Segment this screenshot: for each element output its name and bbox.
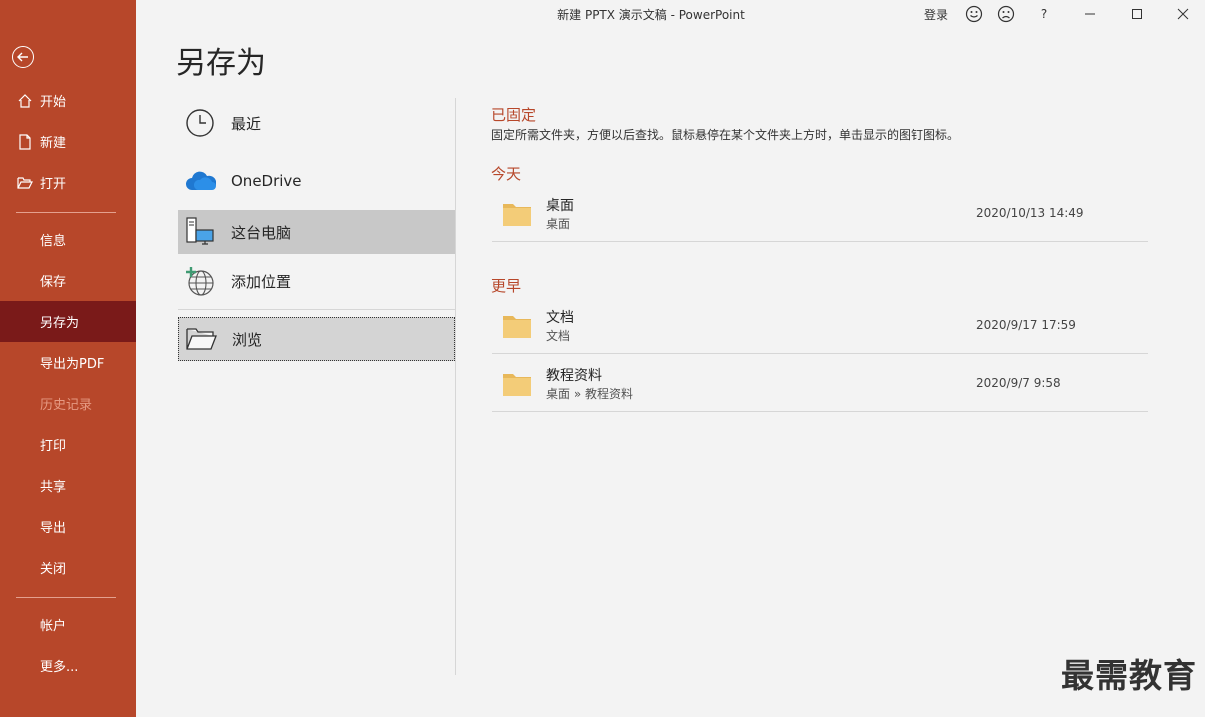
title-bar: 新建 PPTX 演示文稿 - PowerPoint 登录 ? (136, 0, 1205, 28)
nav-open[interactable]: 打开 (0, 162, 136, 203)
close-icon (1177, 8, 1189, 20)
nav-divider (16, 212, 116, 213)
nav-info[interactable]: 信息 (0, 219, 136, 260)
maximize-icon (1132, 9, 1142, 19)
folder-icon (503, 314, 531, 342)
smile-icon (965, 5, 983, 23)
location-label: 这台电脑 (231, 223, 292, 242)
backstage-nav: 开始 新建 打开 信息 保存 另存为 导出为PDF 历史记录 打印 共享 导出 … (0, 0, 136, 717)
browse-folder-icon (184, 322, 218, 356)
onedrive-cloud-icon (183, 164, 217, 198)
nav-share[interactable]: 共享 (0, 465, 136, 506)
folder-row-tutorial-materials[interactable]: 教程资料 桌面 » 教程资料 2020/9/7 9:58 (492, 356, 1148, 412)
new-file-icon (16, 133, 34, 151)
back-arrow-icon (17, 52, 28, 62)
nav-account[interactable]: 帐户 (0, 604, 136, 645)
nav-export-pdf[interactable]: 导出为PDF (0, 342, 136, 383)
location-label: 浏览 (232, 330, 263, 349)
minimize-button[interactable] (1078, 4, 1102, 24)
nav-home[interactable]: 开始 (0, 80, 136, 121)
location-label: 添加位置 (231, 272, 292, 291)
folder-row-documents[interactable]: 文档 文档 2020/9/17 17:59 (492, 298, 1148, 354)
nav-new[interactable]: 新建 (0, 121, 136, 162)
folder-name: 文档 (546, 310, 574, 326)
locations-divider (178, 309, 455, 310)
folder-name: 桌面 (546, 198, 574, 214)
frown-feedback-button[interactable] (994, 4, 1018, 24)
folder-date: 2020/9/17 17:59 (976, 318, 1076, 332)
login-button[interactable]: 登录 (920, 4, 952, 24)
nav-save[interactable]: 保存 (0, 260, 136, 301)
pinned-description: 固定所需文件夹，方便以后查找。鼠标悬停在某个文件夹上方时，单击显示的图钉图标。 (491, 128, 960, 142)
location-recent[interactable]: 最近 (178, 101, 455, 145)
minimize-icon (1085, 13, 1095, 15)
nav-print[interactable]: 打印 (0, 424, 136, 465)
folder-path: 文档 (546, 329, 571, 343)
folder-date: 2020/10/13 14:49 (976, 206, 1084, 220)
today-section-title: 今天 (491, 165, 522, 183)
location-browse[interactable]: 浏览 (178, 317, 455, 361)
help-button[interactable]: ? (1034, 4, 1054, 24)
folder-row-desktop[interactable]: 桌面 桌面 2020/10/13 14:49 (492, 186, 1148, 242)
folder-date: 2020/9/7 9:58 (976, 376, 1061, 390)
home-icon (16, 92, 34, 110)
nav-save-as[interactable]: 另存为 (0, 301, 136, 342)
folder-icon (503, 202, 531, 230)
pinned-section-title: 已固定 (491, 106, 537, 124)
location-onedrive[interactable]: OneDrive (178, 159, 455, 203)
folder-path: 桌面 » 教程资料 (546, 387, 633, 401)
smile-feedback-button[interactable] (962, 4, 986, 24)
folder-path: 桌面 (546, 217, 571, 231)
nav-close[interactable]: 关闭 (0, 547, 136, 588)
location-label: 最近 (231, 114, 262, 133)
nav-new-label: 新建 (40, 136, 67, 151)
location-this-pc[interactable]: 这台电脑 (178, 210, 455, 254)
page-title: 另存为 (176, 46, 266, 81)
folder-open-icon (16, 174, 34, 192)
folder-icon (503, 372, 531, 400)
close-window-button[interactable] (1171, 4, 1195, 24)
nav-home-label: 开始 (40, 95, 67, 110)
location-label: OneDrive (231, 172, 302, 190)
clock-icon (183, 106, 217, 140)
nav-export[interactable]: 导出 (0, 506, 136, 547)
folder-name: 教程资料 (546, 368, 602, 384)
nav-divider (16, 597, 116, 598)
nav-open-label: 打开 (40, 177, 67, 192)
frown-icon (997, 5, 1015, 23)
watermark-text: 最需教育 (1061, 656, 1197, 695)
nav-more[interactable]: 更多... (0, 645, 136, 686)
location-add-place[interactable]: 添加位置 (178, 259, 455, 303)
back-button[interactable] (12, 46, 34, 68)
pane-divider (455, 98, 456, 675)
add-place-globe-icon (183, 264, 217, 298)
earlier-section-title: 更早 (491, 277, 522, 295)
maximize-button[interactable] (1125, 4, 1149, 24)
nav-history: 历史记录 (40, 398, 93, 413)
this-pc-icon (183, 215, 217, 249)
